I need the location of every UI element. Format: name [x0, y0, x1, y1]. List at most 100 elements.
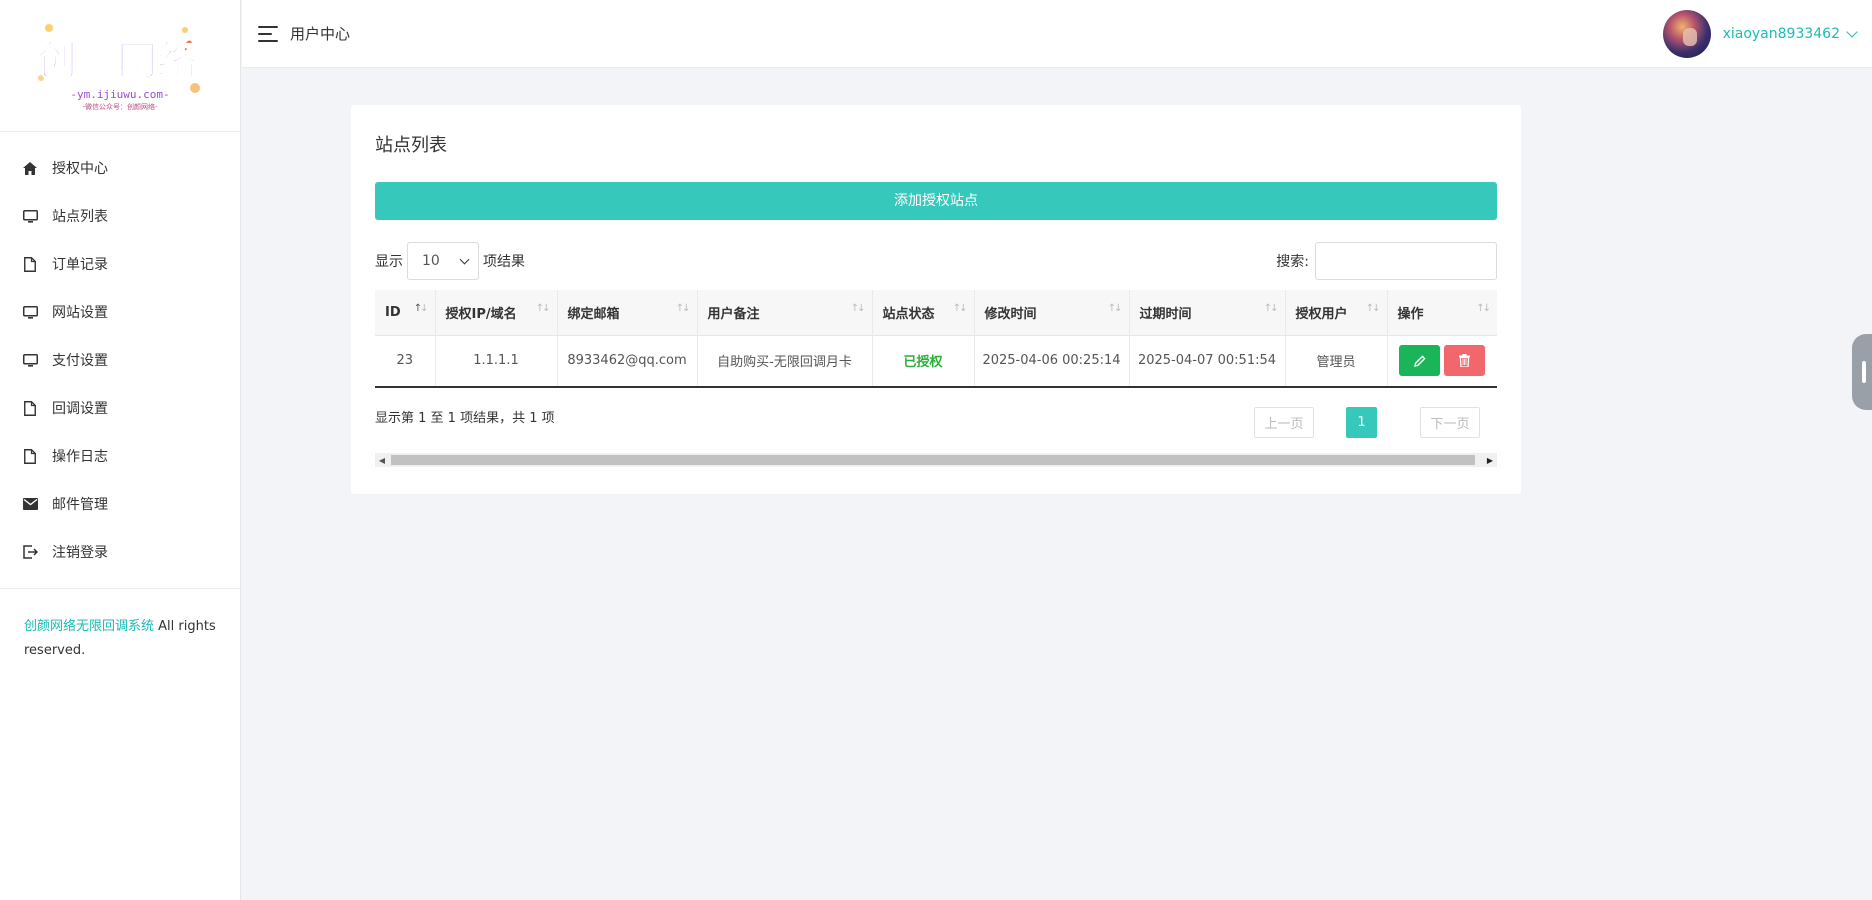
cell-user: 管理员 — [1285, 334, 1388, 388]
chevron-down-icon — [1846, 26, 1858, 38]
side-panel-handle[interactable] — [1852, 334, 1872, 410]
monitor-icon — [22, 208, 38, 224]
brand-logo: 创颜网络 -ym.ijiuwu.com- -微信公众号：创颜网络- — [36, 23, 200, 111]
cell-expires: 2025-04-07 00:51:54 — [1129, 334, 1286, 388]
sidebar-menu: 授权中心 站点列表 订单记录 网站设置 支付设置 回调设置 操作日志 邮件管理 … — [0, 132, 240, 576]
page-title: 用户中心 — [290, 25, 351, 43]
top-bar: 用户中心 xiaoyan8933462 — [242, 0, 1872, 68]
sidebar-item-label: 注销登录 — [52, 545, 108, 561]
column-header-id[interactable]: ID ↑↓ — [375, 290, 436, 335]
sort-icon: ↑↓ — [1365, 303, 1381, 314]
sidebar-item-label: 授权中心 — [52, 161, 108, 177]
sort-icon: ↑↓ — [413, 303, 429, 314]
page-1-button[interactable]: 1 — [1346, 407, 1377, 438]
sort-icon: ↑↓ — [1263, 303, 1279, 314]
cell-actions — [1387, 334, 1497, 388]
edit-button[interactable] — [1399, 345, 1441, 377]
sidebar-item-label: 邮件管理 — [52, 497, 108, 513]
scrollbar-thumb[interactable] — [391, 455, 1475, 465]
column-header-actions[interactable]: 操作 ↑↓ — [1387, 290, 1497, 335]
chevron-down-icon — [459, 254, 470, 264]
home-icon — [22, 160, 38, 176]
sidebar-item-label: 操作日志 — [52, 449, 108, 465]
sort-icon: ↑↓ — [850, 303, 866, 314]
status-badge: 已授权 — [903, 355, 943, 371]
search-input[interactable] — [1315, 242, 1497, 280]
logout-icon — [22, 544, 38, 560]
search-label: 搜索: — [1276, 254, 1309, 270]
monitor-icon — [22, 304, 38, 320]
table-info: 显示第 1 至 1 项结果，共 1 项 — [375, 411, 555, 426]
svg-text:创颜网络: 创颜网络 — [37, 38, 197, 84]
file-icon — [22, 448, 38, 464]
column-header-email[interactable]: 绑定邮箱 ↑↓ — [557, 290, 698, 335]
length-prefix: 显示 — [375, 254, 403, 270]
pencil-icon — [1413, 355, 1426, 367]
sidebar-item-mail-management[interactable]: 邮件管理 — [0, 480, 240, 528]
column-header-note[interactable]: 用户备注 ↑↓ — [697, 290, 873, 335]
page-length-select[interactable]: 10 — [407, 242, 479, 280]
sidebar-item-callback-settings[interactable]: 回调设置 — [0, 384, 240, 432]
table-row: 23 1.1.1.1 8933462@qq.com 自助购买-无限回调月卡 已授… — [375, 334, 1497, 388]
cell-modified: 2025-04-06 00:25:14 — [974, 334, 1130, 388]
search: 搜索: — [1276, 241, 1497, 281]
sidebar-item-label: 网站设置 — [52, 305, 108, 321]
sort-icon: ↑↓ — [535, 303, 551, 314]
sort-icon: ↑↓ — [675, 303, 691, 314]
mail-icon — [22, 496, 38, 512]
column-header-modified[interactable]: 修改时间 ↑↓ — [974, 290, 1130, 335]
scroll-left-icon[interactable]: ◀ — [375, 453, 389, 467]
scroll-right-icon[interactable]: ▶ — [1483, 453, 1497, 467]
sidebar-item-label: 回调设置 — [52, 401, 108, 417]
sort-icon: ↑↓ — [1107, 303, 1123, 314]
svg-text:-ym.ijiuwu.com-: -ym.ijiuwu.com- — [70, 88, 169, 101]
sidebar-item-logout[interactable]: 注销登录 — [0, 528, 240, 576]
sidebar-item-orders[interactable]: 订单记录 — [0, 240, 240, 288]
sidebar: 创颜网络 -ym.ijiuwu.com- -微信公众号：创颜网络- 授权中心 站… — [0, 0, 241, 900]
username: xiaoyan8933462 — [1722, 26, 1840, 42]
sidebar-footer: 创颜网络无限回调系统 All rights reserved. — [0, 588, 240, 663]
logo[interactable]: 创颜网络 -ym.ijiuwu.com- -微信公众号：创颜网络- — [0, 0, 240, 132]
add-auth-site-button[interactable]: 添加授权站点 — [375, 182, 1497, 220]
sidebar-item-auth-center[interactable]: 授权中心 — [0, 144, 240, 192]
sort-icon: ↑↓ — [1476, 303, 1491, 314]
table-header-row: ID ↑↓ 授权IP/域名 ↑↓ 绑定邮箱 ↑↓ 用户备注 ↑↓ 站点状态 ↑↓ 修改时间… — [375, 290, 1497, 335]
menu-toggle-icon[interactable] — [258, 25, 278, 42]
column-header-status[interactable]: 站点状态 ↑↓ — [872, 290, 975, 335]
delete-button[interactable] — [1444, 345, 1486, 377]
site-table: ID ↑↓ 授权IP/域名 ↑↓ 绑定邮箱 ↑↓ 用户备注 ↑↓ 站点状态 ↑↓ 修改时间… — [375, 290, 1497, 388]
avatar — [1662, 10, 1711, 58]
sidebar-item-site-list[interactable]: 站点列表 — [0, 192, 240, 240]
card-title: 站点列表 — [375, 135, 447, 156]
file-icon — [22, 400, 38, 416]
column-header-expires[interactable]: 过期时间 ↑↓ — [1129, 290, 1286, 335]
cell-email: 8933462@qq.com — [557, 334, 698, 388]
sort-icon: ↑↓ — [952, 303, 968, 314]
user-menu[interactable]: xiaoyan8933462 — [1662, 10, 1858, 58]
page-length: 显示 10 项结果 — [375, 241, 525, 281]
cell-status: 已授权 — [872, 334, 975, 388]
monitor-icon — [22, 352, 38, 368]
cell-note: 自助购买-无限回调月卡 — [697, 334, 873, 388]
sidebar-item-label: 订单记录 — [52, 257, 108, 273]
horizontal-scrollbar[interactable]: ◀ ▶ — [375, 453, 1497, 467]
cell-domain: 1.1.1.1 — [435, 334, 558, 388]
sidebar-item-operation-log[interactable]: 操作日志 — [0, 432, 240, 480]
sidebar-item-label: 支付设置 — [52, 353, 108, 369]
page-length-value: 10 — [422, 253, 440, 269]
next-page-button[interactable]: 下一页 — [1420, 407, 1480, 438]
column-header-domain[interactable]: 授权IP/域名 ↑↓ — [435, 290, 558, 335]
prev-page-button[interactable]: 上一页 — [1254, 407, 1314, 438]
column-header-user[interactable]: 授权用户 ↑↓ — [1285, 290, 1388, 335]
length-suffix: 项结果 — [483, 254, 525, 270]
footer-link[interactable]: 创颜网络无限回调系统 — [24, 619, 154, 634]
svg-text:-微信公众号：创颜网络-: -微信公众号：创颜网络- — [82, 102, 158, 111]
table-controls: 显示 10 项结果 搜索: — [375, 241, 1497, 281]
sidebar-item-site-settings[interactable]: 网站设置 — [0, 288, 240, 336]
trash-icon — [1459, 354, 1471, 368]
sidebar-item-label: 站点列表 — [52, 209, 108, 225]
file-icon — [22, 256, 38, 272]
sidebar-item-payment-settings[interactable]: 支付设置 — [0, 336, 240, 384]
cell-id: 23 — [375, 334, 436, 388]
site-list-card: 站点列表 添加授权站点 显示 10 项结果 搜索: ID ↑↓ 授权IP/域名 ↑↓… — [351, 105, 1521, 494]
